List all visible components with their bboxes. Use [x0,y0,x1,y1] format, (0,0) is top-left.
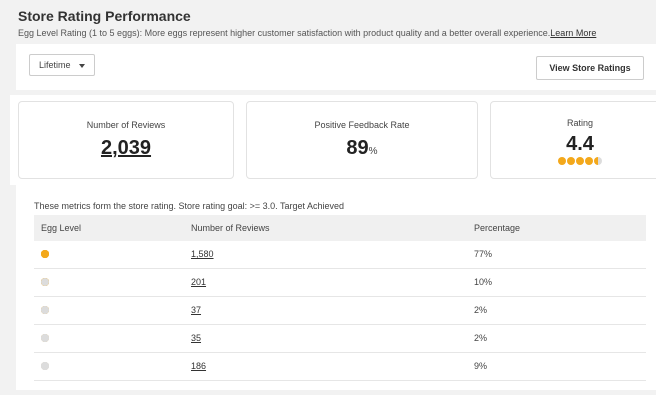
percentage-cell: 10% [474,277,493,287]
egg-icon [585,157,593,165]
egg-level-table-section: These metrics form the store rating. Sto… [16,185,656,390]
rating-goal-note: These metrics form the store rating. Sto… [34,201,344,211]
egg-icon [41,250,49,258]
table-row: 35 2% [34,325,646,353]
egg-icon [41,362,49,370]
page-title: Store Rating Performance [18,8,191,24]
page-subtitle: Egg Level Rating (1 to 5 eggs): More egg… [18,27,656,39]
filter-bar: Lifetime View Store Ratings [16,44,656,90]
review-count-link[interactable]: 37 [191,297,201,324]
table-row: 37 2% [34,297,646,325]
egg-icon [567,157,575,165]
egg-icon [558,157,566,165]
reviews-card: Number of Reviews 2,039 [18,101,234,179]
page-header: Store Rating Performance Egg Level Ratin… [18,8,656,39]
table-header: Egg Level Number of Reviews Percentage [34,215,646,241]
rating-card: Rating 4.4 [490,101,656,179]
table-row: 186 9% [34,353,646,381]
header-percentage: Percentage [474,223,521,233]
feedback-value: 89% [247,137,477,163]
feedback-card: Positive Feedback Rate 89% [246,101,478,179]
header-egg-level: Egg Level [41,223,82,233]
chevron-down-icon [79,64,85,68]
review-count-link[interactable]: 201 [191,269,206,296]
reviews-label: Number of Reviews [86,120,166,130]
percentage-cell: 2% [474,333,488,343]
rating-eggs [491,157,656,165]
egg-icon [576,157,584,165]
egg-icon [41,278,49,286]
period-dropdown-value: Lifetime [39,60,71,70]
rating-value: 4.4 [566,133,594,155]
table-row: 1,580 77% [34,241,646,269]
header-number-of-reviews: Number of Reviews [191,223,270,233]
review-count-link[interactable]: 35 [191,325,201,352]
percentage-cell: 2% [474,305,488,315]
reviews-value[interactable]: 2,039 [19,137,233,159]
subtitle-text: Egg Level Rating (1 to 5 eggs): More egg… [18,28,551,38]
table-row: 201 10% [34,269,646,297]
egg-icon [594,157,602,165]
review-count-link[interactable]: 1,580 [191,241,214,268]
feedback-number: 89 [346,137,369,159]
rating-label: Rating [566,118,593,128]
percentage-cell: 77% [474,249,493,259]
feedback-label: Positive Feedback Rate [314,120,410,130]
feedback-unit: % [368,146,378,157]
period-dropdown[interactable]: Lifetime [29,54,95,76]
view-store-ratings-button[interactable]: View Store Ratings [536,56,644,80]
percentage-cell: 9% [474,361,488,371]
review-count-link[interactable]: 186 [191,353,206,380]
egg-icon [41,306,49,314]
egg-icon [41,334,49,342]
learn-more-link[interactable]: Learn More [550,28,596,38]
metrics-section: Number of Reviews 2,039 Positive Feedbac… [10,95,656,185]
